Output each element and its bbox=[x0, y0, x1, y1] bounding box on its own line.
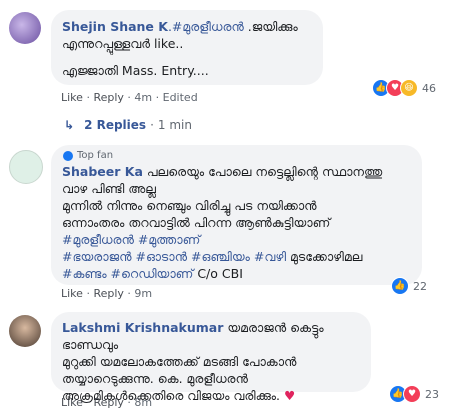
reactions-summary[interactable]: 👍 ♥ 😆 46 bbox=[372, 79, 436, 97]
comment-actions: Like · Reply · 8m bbox=[61, 396, 153, 409]
avatar[interactable] bbox=[9, 315, 41, 347]
hashtag[interactable]: #ഭയരാജൻ #ഓടാൻ #ഒഞ്ചിയം #വഴി bbox=[62, 249, 286, 264]
comment-body: Shejin Shane K.#മുരളീധരൻ .ജയിക്കും എന്നു… bbox=[62, 19, 298, 78]
timestamp[interactable]: 9m bbox=[134, 287, 152, 300]
timestamp[interactable]: 4m bbox=[134, 91, 152, 104]
reply-arrow-icon: ↳ bbox=[64, 118, 75, 132]
comment-body: Shabeer Ka പലരെയും പോലെ നട്ടെല്ലിന്റെ സ്… bbox=[62, 164, 383, 281]
haha-reaction-icon: 😆 bbox=[400, 79, 418, 97]
heart-icon: ♥ bbox=[283, 388, 296, 403]
comment-author[interactable]: Lakshmi Krishnakumar bbox=[62, 320, 223, 335]
comment-body: Lakshmi Krishnakumar യമരാജൻ കെട്ടും ഭാണ്… bbox=[62, 320, 324, 403]
love-reaction-icon: ♥ bbox=[403, 385, 421, 403]
top-fan-icon bbox=[63, 150, 73, 161]
timestamp[interactable]: 8m bbox=[134, 396, 152, 409]
hashtag[interactable]: .#മുരളീധരൻ bbox=[168, 19, 244, 34]
hashtag[interactable]: #മുരളീധരൻ #മുത്താണ് bbox=[62, 232, 200, 247]
reaction-count: 46 bbox=[422, 81, 436, 95]
reaction-count: 22 bbox=[413, 279, 427, 293]
avatar[interactable] bbox=[9, 12, 41, 44]
top-fan-badge[interactable]: Top fan bbox=[63, 150, 113, 161]
reply-button[interactable]: Reply bbox=[93, 91, 123, 104]
reactions-summary[interactable]: 👍 ♥ 23 bbox=[389, 385, 439, 403]
comment-actions: Like · Reply · 9m bbox=[61, 287, 153, 300]
reactions-summary[interactable]: 👍 22 bbox=[391, 277, 427, 295]
like-button[interactable]: Like bbox=[61, 91, 83, 104]
reaction-count: 23 bbox=[425, 387, 439, 401]
like-reaction-icon: 👍 bbox=[391, 277, 409, 295]
comment-author[interactable]: Shabeer Ka bbox=[62, 164, 143, 179]
like-button[interactable]: Like bbox=[61, 396, 83, 409]
like-button[interactable]: Like bbox=[61, 287, 83, 300]
hashtag[interactable]: #കണ്ടം #റെഡിയാണ് bbox=[62, 266, 193, 281]
comment-author[interactable]: Shejin Shane K bbox=[62, 19, 168, 34]
view-replies-link[interactable]: ↳ 2 Replies · 1 min bbox=[64, 118, 192, 132]
comment-actions: Like · Reply · 4m · Edited bbox=[61, 91, 198, 104]
reply-button[interactable]: Reply bbox=[93, 287, 123, 300]
edited-label[interactable]: Edited bbox=[163, 91, 198, 104]
avatar[interactable] bbox=[9, 150, 43, 184]
reply-button[interactable]: Reply bbox=[93, 396, 123, 409]
